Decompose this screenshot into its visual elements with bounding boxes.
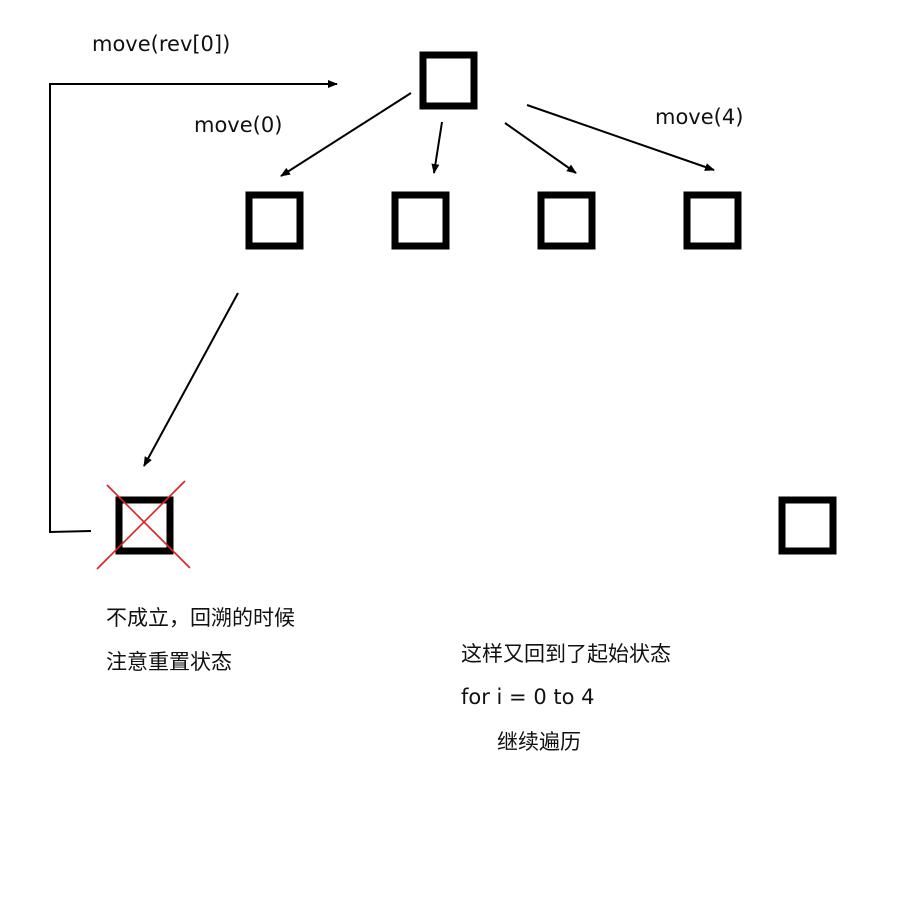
label-move-rev: move(rev[0]) [92, 32, 230, 56]
child-node-0 [245, 191, 304, 250]
label-move-last: move(4) [655, 105, 743, 129]
standalone-node [778, 496, 837, 555]
note-back-line-2: for i = 0 to 4 [461, 685, 595, 709]
edge-child-0-to-failed [143, 292, 239, 467]
edge-root-to-child-1 [431, 121, 443, 174]
note-back-line-3: 继续遍历 [497, 730, 581, 754]
edge-root-to-child-0 [280, 92, 412, 177]
note-fail-line-1: 不成立，回溯的时候 [106, 606, 295, 630]
note-fail-line-2: 注意重置状态 [106, 650, 232, 674]
root-node [419, 51, 478, 110]
note-back-line-1: 这样又回到了起始状态 [461, 642, 671, 666]
backtrack-path [49, 80, 338, 534]
edge-root-to-child-2 [504, 122, 577, 174]
child-node-2 [537, 191, 596, 250]
child-node-3 [683, 191, 742, 250]
child-node-1 [391, 191, 450, 250]
failed-node [96, 480, 191, 570]
backtracking-diagram: move(rev[0]) move(0) move(4) 不成立，回溯的时候 注… [49, 32, 837, 754]
label-move-first: move(0) [194, 113, 282, 137]
